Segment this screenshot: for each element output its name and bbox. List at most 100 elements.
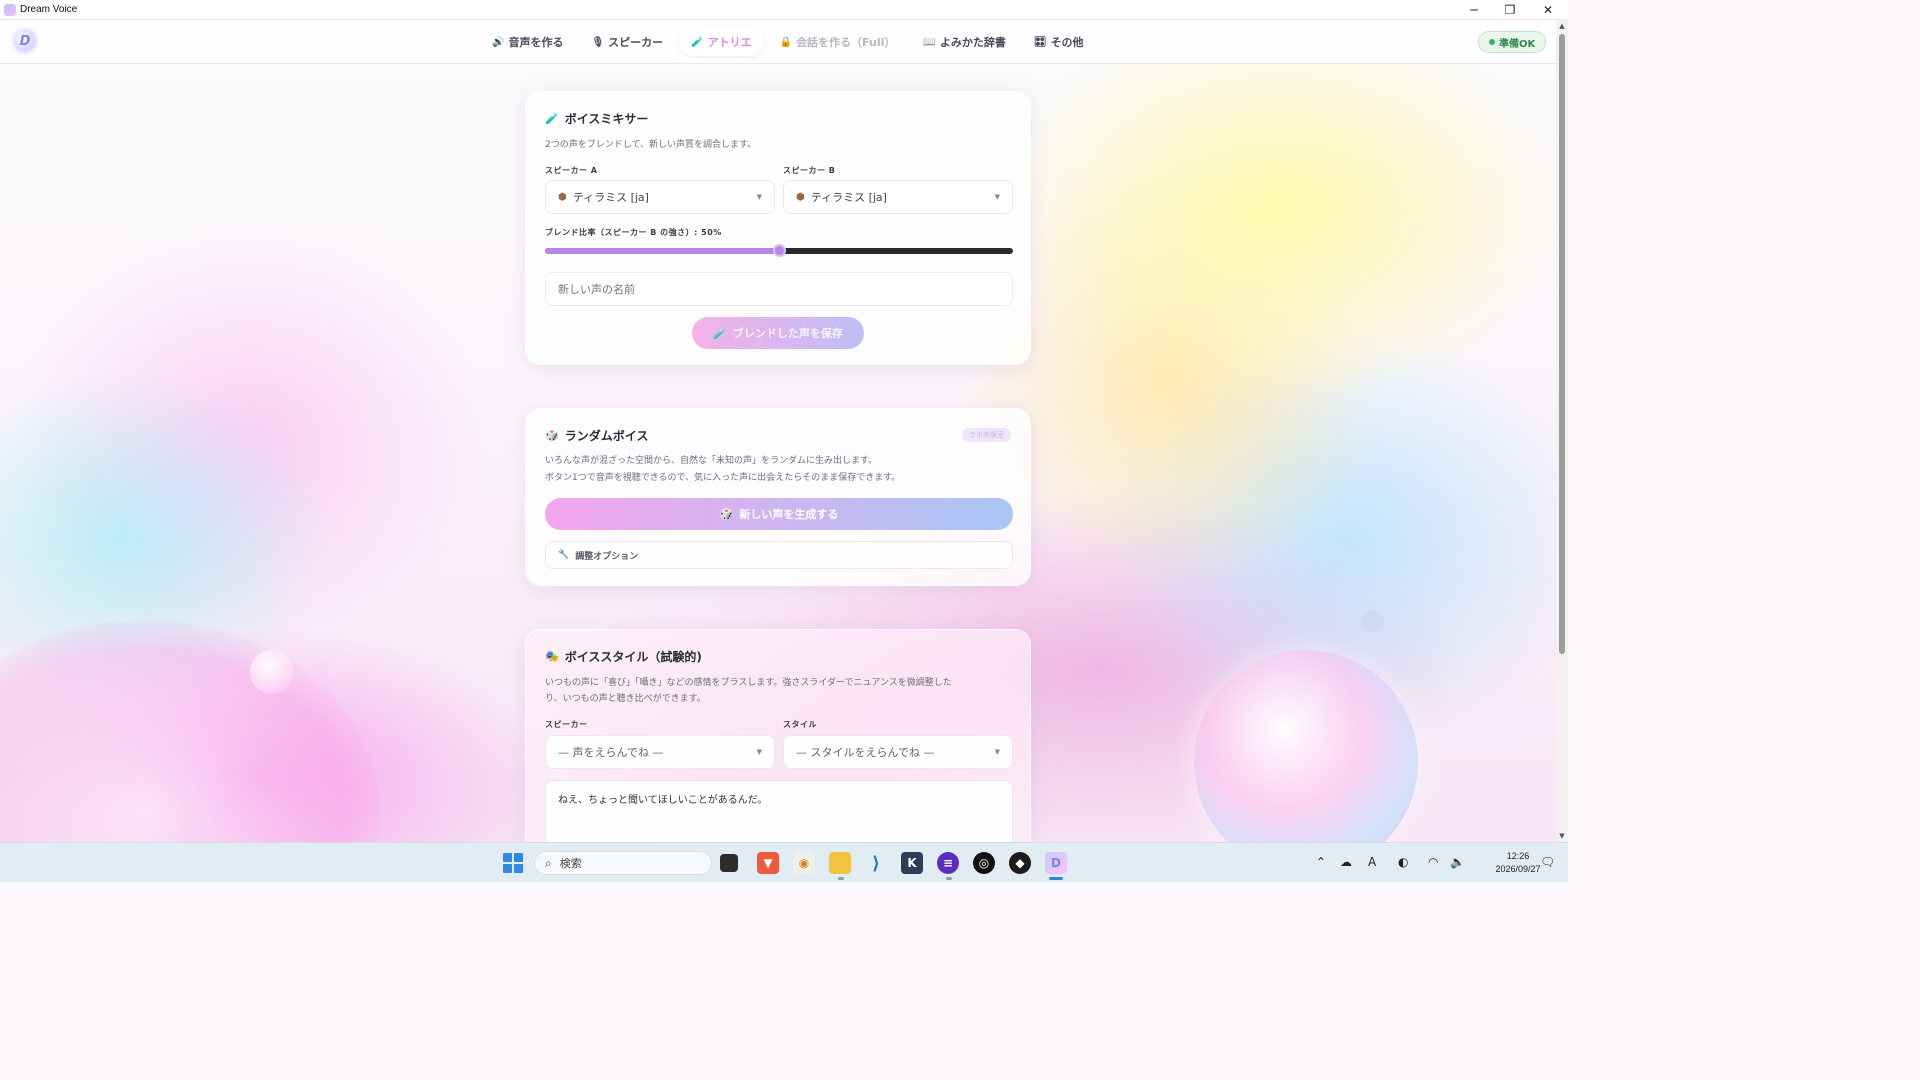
start-button[interactable] [503, 853, 523, 873]
button-label: 新しい声を生成する [739, 509, 839, 521]
book-icon: 📖 [923, 36, 936, 48]
adjust-options-label: 調整オプション [575, 551, 639, 562]
chevron-down-icon: ▼ [994, 748, 1000, 756]
main-nav: 🔊 音声を作る 🎙 スピーカー 🧪 アトリエ 🔒 会話を作る（Full） 📖 よ… [480, 28, 1096, 56]
scroll-thumb[interactable] [1559, 34, 1565, 654]
select-value: — スタイルをえらんでね — [796, 746, 935, 759]
flask-icon: 🧪 [713, 327, 727, 340]
flask-icon: 🧪 [691, 36, 704, 48]
speaker-b-select[interactable]: ⬢ ティラミス [ja] ▼ [783, 180, 1013, 214]
style-label: スタイル [783, 720, 817, 729]
nav-tab-label: アトリエ [707, 36, 752, 49]
lock-icon: 🔒 [779, 36, 793, 48]
background-glow [0, 620, 380, 842]
nav-tab-other[interactable]: 🎛 その他 [1022, 28, 1096, 56]
window-title: Dream Voice [20, 4, 78, 15]
slider-thumb[interactable] [773, 244, 786, 257]
speaker-a-select[interactable]: ⬢ ティラミス [ja] ▼ [545, 180, 775, 214]
vscode-icon[interactable]: ⟩ [865, 852, 887, 874]
voice-mixer-description: 2つの声をブレンドして、新しい声質を調合します。 [545, 140, 757, 150]
page-scrollbar[interactable]: ▲ ▼ [1556, 20, 1568, 842]
nav-tab-speakers[interactable]: 🎙 スピーカー [579, 28, 675, 56]
scroll-down-arrow-icon[interactable]: ▼ [1556, 830, 1568, 842]
speaker-avatar-icon: ⬢ [558, 191, 567, 203]
nav-tab-dictionary[interactable]: 📖 よみかた辞書 [911, 28, 1017, 56]
random-voice-card: 🎲 ランダムボイス ラボ実験室 いろんな声が混ざった空間から、自然な「未知の声」… [525, 408, 1031, 586]
task-view-icon[interactable] [720, 854, 738, 872]
random-voice-description-2: ボタン1つで音声を視聴できるので、気に入った声に出会えたらそのまま保存できます。 [545, 473, 901, 483]
random-voice-title: 🎲 ランダムボイス [545, 427, 648, 444]
taskbar-search[interactable]: ⌕ 検索 [534, 851, 712, 875]
voice-style-title: 🎭 ボイススタイル（試験的) [545, 648, 702, 665]
wrench-icon: 🔧 [558, 550, 570, 560]
nav-tab-conversation[interactable]: 🔒 会話を作る（Full） [768, 28, 908, 56]
nav-tab-label: スピーカー [608, 36, 664, 49]
masks-icon: 🎭 [545, 650, 559, 663]
chevron-down-icon: ▼ [756, 193, 762, 201]
focus-icon[interactable]: ◐ [1398, 855, 1408, 869]
nav-tab-create-audio[interactable]: 🔊 音声を作る [480, 28, 575, 56]
app-logo[interactable]: D [14, 30, 36, 52]
app-header: D 🔊 音声を作る 🎙 スピーカー 🧪 アトリエ 🔒 会話を作る（Full） 📖… [0, 20, 1556, 64]
card-title-text: ランダムボイス [564, 429, 649, 443]
random-voice-description-1: いろんな声が混ざった空間から、自然な「未知の声」をランダムに生み出します。 [545, 456, 878, 466]
speaker-avatar-icon: ⬢ [796, 191, 805, 203]
voice-style-description-2: り、いつもの声と聴き比べができます。 [545, 694, 706, 704]
blend-ratio-slider[interactable] [545, 244, 1013, 257]
generate-voice-button[interactable]: 🎲 新しい声を生成する [545, 498, 1013, 530]
lab-badge: ラボ実験室 [962, 428, 1011, 442]
flask-icon: 🧪 [545, 112, 559, 125]
wifi-icon[interactable]: ◠ [1428, 855, 1438, 869]
slider-fill [545, 248, 779, 254]
window-titlebar: Dream Voice ─ ❐ ✕ [0, 0, 1568, 20]
brave-browser-icon[interactable]: ▼ [757, 852, 779, 874]
nav-tab-label: 会話を作る（Full） [796, 36, 896, 49]
select-value: — 声をえらんでね — [558, 746, 664, 759]
blender-icon[interactable]: ◉ [793, 852, 815, 874]
dream-voice-taskbar-icon[interactable]: D [1045, 852, 1067, 874]
nav-tab-atelier[interactable]: 🧪 アトリエ [679, 28, 764, 56]
search-placeholder: 検索 [559, 857, 582, 870]
new-voice-name-input[interactable] [545, 272, 1013, 306]
close-button[interactable]: ✕ [1530, 0, 1566, 20]
button-label: ブレンドした声を保存 [732, 328, 843, 340]
windows-taskbar: ⌕ 検索 ▼ ◉ ⟩ K ≡ ◎ ◆ D ⌃ ☁ A ◐ ◠ 🔈 12:26 2… [0, 842, 1568, 882]
app-launcher-icon[interactable]: ≡ [937, 852, 959, 874]
style-select[interactable]: — スタイルをえらんでね — ▼ [783, 735, 1013, 769]
nav-tab-label: よみかた辞書 [939, 36, 1006, 49]
sliders-icon: 🎛 [1033, 36, 1047, 48]
app-icon [4, 3, 16, 16]
unity-icon[interactable]: ◆ [1009, 852, 1031, 874]
minimize-button[interactable]: ─ [1456, 0, 1492, 20]
dice-icon: 🎲 [719, 508, 734, 521]
volume-icon[interactable]: 🔈 [1450, 855, 1465, 869]
ime-indicator[interactable]: A [1368, 855, 1376, 869]
obs-studio-icon[interactable]: ◎ [973, 852, 995, 874]
style-speaker-select[interactable]: — 声をえらんでね — ▼ [545, 735, 775, 769]
voice-mixer-card: 🧪 ボイスミキサー 2つの声をブレンドして、新しい声質を調合します。 スピーカー… [525, 91, 1031, 365]
nav-tab-label: 音声を作る [508, 36, 564, 49]
restore-button[interactable]: ❐ [1492, 0, 1528, 20]
card-title-text: ボイススタイル（試験的) [564, 650, 702, 664]
nav-tab-label: その他 [1050, 36, 1084, 49]
status-dot-icon [1489, 39, 1495, 45]
onedrive-icon[interactable]: ☁ [1340, 855, 1352, 869]
bubble-orb-tiny [1362, 610, 1384, 632]
speaker-a-label: スピーカー A [545, 166, 598, 175]
scroll-up-arrow-icon[interactable]: ▲ [1556, 20, 1568, 32]
search-icon: ⌕ [545, 855, 552, 870]
kde-connect-icon[interactable]: K [901, 852, 923, 874]
notification-icon[interactable]: 🗨 [1540, 855, 1555, 869]
adjust-options-toggle[interactable]: 🔧 調整オプション [545, 541, 1013, 569]
save-blend-button[interactable]: 🧪 ブレンドした声を保存 [692, 317, 864, 349]
bubble-orb-small [250, 650, 294, 694]
file-explorer-icon[interactable] [829, 852, 851, 874]
tray-overflow-icon[interactable]: ⌃ [1316, 855, 1326, 869]
blend-ratio-label: ブレンド比率（スピーカー B の強さ）: 50% [545, 228, 722, 237]
microphone-icon: 🎙 [591, 36, 605, 48]
chevron-down-icon: ▼ [756, 748, 762, 756]
running-indicator [838, 877, 844, 880]
select-value: ティラミス [ja] [810, 191, 887, 204]
chevron-down-icon: ▼ [994, 193, 1000, 201]
card-title-text: ボイスミキサー [564, 112, 649, 126]
